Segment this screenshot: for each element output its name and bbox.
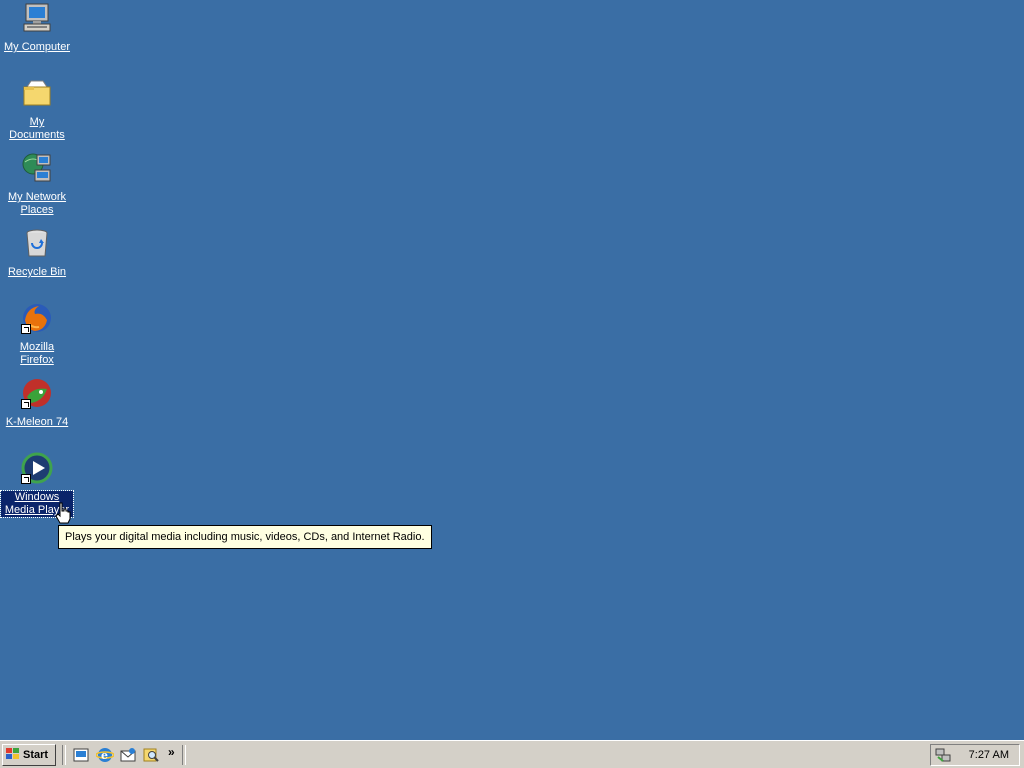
media-player-icon [21, 452, 53, 484]
k-meleon-icon [21, 377, 53, 409]
show-desktop-icon[interactable] [72, 746, 90, 764]
taskbar-separator [62, 745, 66, 765]
desktop-icon-label: K-Meleon 74 [5, 416, 69, 428]
internet-explorer-icon[interactable]: e [95, 746, 115, 764]
network-connection-icon[interactable] [935, 747, 951, 763]
svg-text:e: e [101, 749, 108, 762]
desktop-icon-label: My Network Places [7, 191, 67, 216]
start-label: Start [23, 749, 49, 761]
desktop-icon-recycle-bin[interactable]: Recycle Bin [0, 227, 74, 279]
search-icon[interactable] [142, 746, 160, 764]
desktop-icon-my-documents[interactable]: My Documents [0, 77, 74, 142]
shortcut-arrow-icon [21, 474, 31, 484]
network-places-icon [21, 152, 53, 184]
firefox-icon [21, 302, 53, 334]
taskbar: Start e » 7:27 AM [0, 740, 1024, 768]
system-tray: 7:27 AM [930, 744, 1020, 766]
outlook-express-icon[interactable] [119, 746, 137, 764]
taskbar-separator [182, 745, 186, 765]
desktop-icon-mozilla-firefox[interactable]: Mozilla Firefox [0, 302, 74, 367]
desktop-icon-my-computer[interactable]: My Computer [0, 2, 74, 54]
desktop-icon-label: My Documents [9, 116, 65, 141]
my-computer-icon [21, 2, 53, 34]
clock[interactable]: 7:27 AM [969, 749, 1009, 761]
quick-launch-more-button[interactable]: » [168, 745, 175, 759]
desktop-icon-my-network-places[interactable]: My Network Places [0, 152, 74, 217]
recycle-bin-icon [21, 227, 53, 259]
windows-logo-icon [6, 747, 20, 763]
start-button[interactable]: Start [2, 744, 56, 766]
shortcut-arrow-icon [21, 399, 31, 409]
desktop[interactable]: My Computer My Documents My Network Plac… [0, 0, 1024, 740]
desktop-icon-k-meleon[interactable]: K-Meleon 74 [0, 377, 74, 429]
shortcut-arrow-icon [21, 324, 31, 334]
folder-icon [21, 77, 53, 109]
desktop-icon-label: Mozilla Firefox [19, 341, 55, 366]
hand-cursor-icon [55, 502, 71, 524]
desktop-icon-label: Recycle Bin [7, 266, 67, 278]
tooltip: Plays your digital media including music… [58, 525, 432, 549]
desktop-icon-label: My Computer [3, 41, 71, 53]
